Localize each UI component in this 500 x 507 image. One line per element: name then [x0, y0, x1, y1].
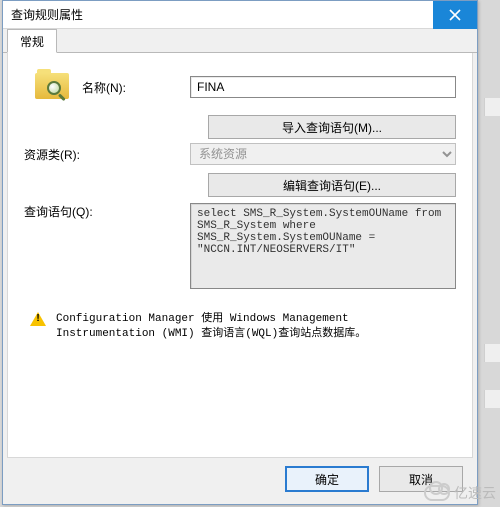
edit-query-button[interactable]: 编辑查询语句(E)... [208, 173, 456, 197]
name-row: 名称(N): [24, 67, 456, 107]
query-label: 查询语句(Q): [24, 203, 190, 220]
close-button[interactable] [433, 1, 477, 29]
dialog-title: 查询规则属性 [3, 6, 433, 23]
background-fragment [484, 390, 500, 408]
ok-button[interactable]: 确定 [285, 466, 369, 492]
cancel-button[interactable]: 取消 [379, 466, 463, 492]
query-text[interactable] [190, 203, 456, 289]
query-rule-properties-dialog: 查询规则属性 常规 名称(N): 导入查询语句(M)... [2, 0, 478, 505]
resource-class-select[interactable]: 系统资源 [190, 143, 456, 165]
resource-class-row: 资源类(R): 系统资源 [24, 143, 456, 165]
background-fragment [484, 98, 500, 116]
tab-strip: 常规 [3, 29, 477, 53]
import-query-button[interactable]: 导入查询语句(M)... [208, 115, 456, 139]
close-icon [449, 9, 461, 21]
tab-general[interactable]: 常规 [7, 29, 57, 53]
general-panel: 名称(N): 导入查询语句(M)... 资源类(R): 系统资源 编辑查询语句(… [7, 53, 473, 458]
background-fragment [484, 344, 500, 362]
resource-class-label: 资源类(R): [24, 146, 190, 163]
name-input[interactable] [190, 76, 456, 98]
query-folder-icon [24, 67, 82, 107]
dialog-button-bar: 确定 取消 [285, 466, 463, 492]
info-text: Configuration Manager 使用 Windows Managem… [56, 312, 450, 343]
name-label: 名称(N): [82, 79, 190, 96]
titlebar: 查询规则属性 [3, 1, 477, 29]
warning-icon [30, 312, 46, 328]
query-row: 查询语句(Q): [24, 203, 456, 292]
info-row: Configuration Manager 使用 Windows Managem… [24, 312, 456, 343]
